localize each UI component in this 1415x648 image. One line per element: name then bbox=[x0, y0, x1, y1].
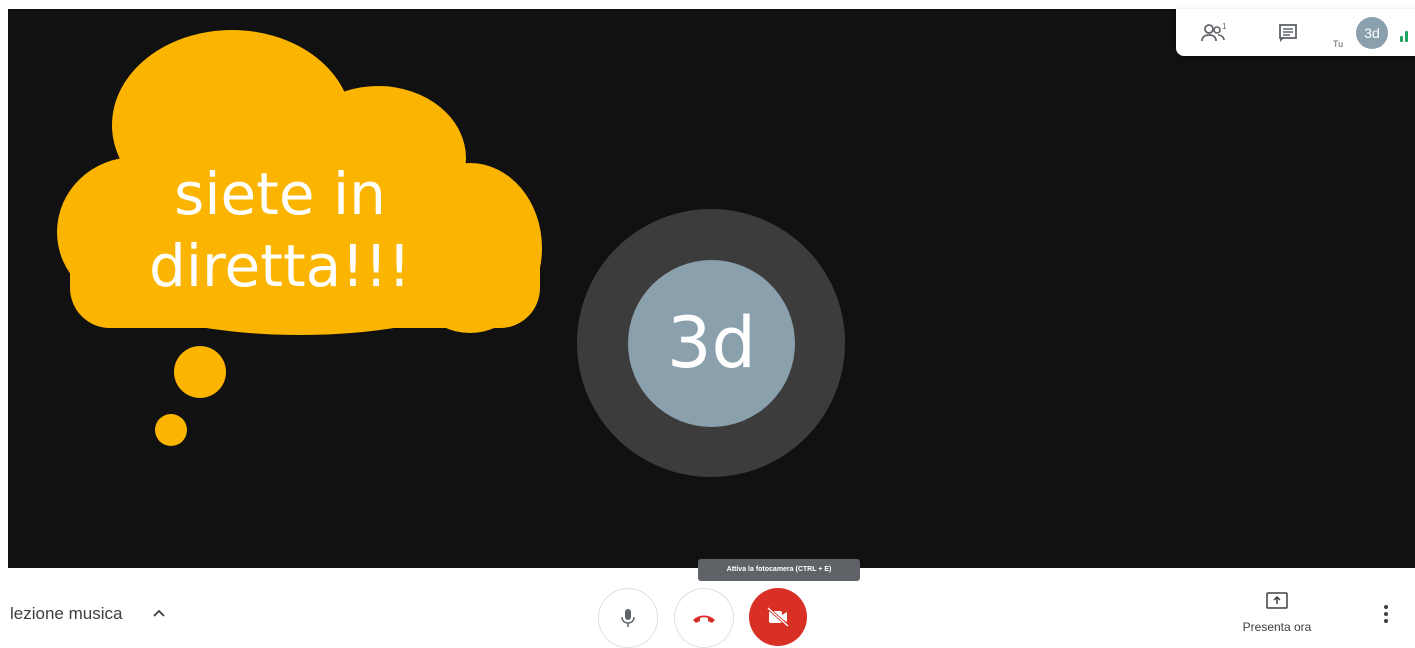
chevron-up-icon[interactable] bbox=[150, 604, 168, 622]
camera-tooltip: Attiva la fotocamera (CTRL + E) bbox=[698, 559, 860, 581]
participant-avatar: 3d bbox=[628, 260, 795, 427]
self-avatar[interactable]: 3d bbox=[1356, 17, 1388, 49]
people-icon: 1 bbox=[1201, 22, 1227, 42]
audio-level-icon bbox=[1400, 30, 1411, 42]
camera-toggle-button[interactable] bbox=[749, 588, 807, 646]
present-screen-icon bbox=[1266, 592, 1288, 609]
more-vert-icon[interactable] bbox=[1377, 602, 1395, 626]
mic-icon bbox=[621, 609, 635, 627]
hangup-icon bbox=[693, 615, 715, 623]
chat-button[interactable] bbox=[1274, 19, 1302, 47]
present-now-button[interactable]: Presenta ora bbox=[1232, 588, 1322, 638]
cloud-caption-line-2: diretta!!! bbox=[149, 232, 411, 300]
cloud-caption-line-1: siete in bbox=[174, 160, 386, 228]
chat-icon bbox=[1279, 24, 1297, 42]
cloud-caption: siete in diretta!!! bbox=[120, 158, 440, 302]
hangup-button[interactable] bbox=[674, 588, 734, 648]
people-button[interactable]: 1 bbox=[1200, 19, 1228, 47]
present-now-label: Presenta ora bbox=[1242, 620, 1312, 634]
top-right-panel: 1 Tu 3d bbox=[1176, 9, 1415, 56]
camera-off-icon bbox=[766, 606, 790, 628]
people-count: 1 bbox=[1222, 22, 1227, 31]
meeting-name[interactable]: lezione musica bbox=[10, 604, 122, 624]
microphone-button[interactable] bbox=[598, 588, 658, 648]
self-label: Tu bbox=[1333, 39, 1344, 49]
